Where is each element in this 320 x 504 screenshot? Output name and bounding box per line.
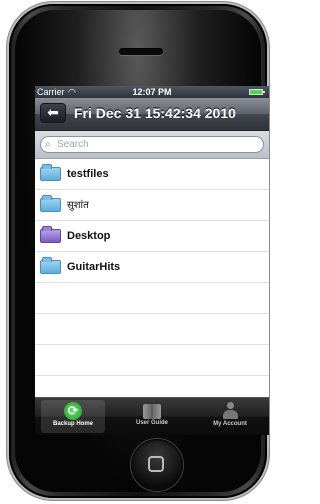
search-bar: ⌕ Search — [35, 131, 269, 159]
tab-bar: Backup Home User Guide My Account — [35, 397, 269, 435]
file-row-desktop[interactable]: Desktop — [35, 221, 269, 252]
tab-label: My Account — [213, 421, 247, 427]
tab-label: User Guide — [135, 420, 168, 426]
file-list: testfiles सुशांत Desktop GuitarHits — [35, 159, 269, 376]
app-screen: Carrier ◠ 12:07 PM ⬅ Fri Dec 31 15:42:34… — [35, 86, 269, 435]
empty-row — [35, 314, 269, 345]
home-button[interactable] — [131, 439, 183, 491]
file-row-guitarhits[interactable]: GuitarHits — [35, 252, 269, 283]
speaker-grille — [119, 48, 163, 55]
home-square-icon — [148, 456, 164, 472]
nav-title: Fri Dec 31 15:42:34 2010 — [74, 105, 236, 121]
search-placeholder: Search — [57, 139, 89, 150]
folder-icon — [40, 257, 61, 274]
file-name: GuitarHits — [67, 261, 121, 273]
refresh-icon — [64, 402, 82, 420]
book-icon — [143, 404, 161, 419]
status-time: 12:07 PM — [132, 87, 172, 97]
file-name: Desktop — [67, 230, 111, 242]
back-arrow-icon: ⬅ — [47, 104, 59, 120]
search-input[interactable]: ⌕ Search — [40, 136, 264, 153]
tab-label: Backup Home — [52, 421, 93, 427]
file-name: testfiles — [67, 168, 109, 180]
file-name: सुशांत — [67, 200, 89, 211]
person-icon — [221, 402, 239, 420]
back-button[interactable]: ⬅ — [40, 103, 66, 123]
empty-row — [35, 283, 269, 314]
search-icon: ⌕ — [45, 139, 51, 150]
file-row-sushant[interactable]: सुशांत — [35, 190, 269, 221]
navigation-bar: ⬅ Fri Dec 31 15:42:34 2010 — [35, 98, 269, 131]
battery-icon — [249, 89, 265, 95]
tab-backup-home[interactable]: Backup Home — [41, 400, 105, 433]
file-row-testfiles[interactable]: testfiles — [35, 159, 269, 190]
empty-row — [35, 345, 269, 376]
desktop-folder-icon — [40, 226, 61, 243]
tab-user-guide[interactable]: User Guide — [120, 400, 184, 433]
tab-my-account[interactable]: My Account — [198, 400, 262, 433]
status-bar: Carrier ◠ 12:07 PM — [35, 86, 269, 98]
folder-icon — [40, 164, 61, 181]
folder-icon — [40, 195, 61, 212]
